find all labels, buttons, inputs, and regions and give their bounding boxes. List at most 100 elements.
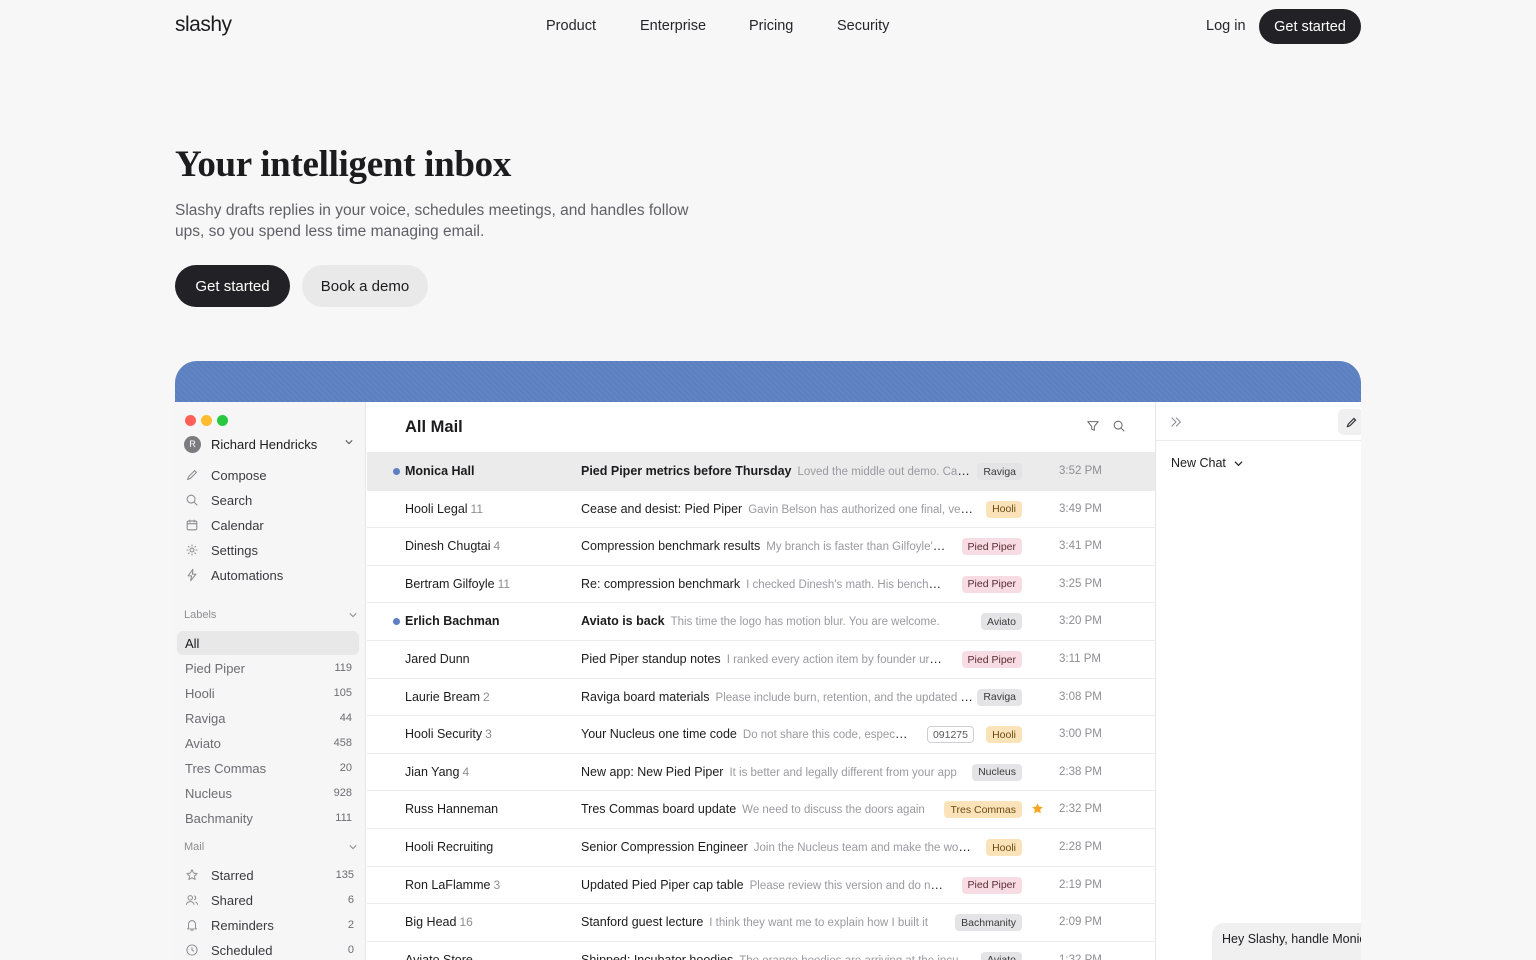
new-chat-button[interactable] [1338,409,1361,435]
chat-selector[interactable]: New Chat [1171,456,1243,470]
email-row[interactable]: Hooli Recruiting Hooli Senior Compression … [367,828,1155,866]
star-outline-icon [186,869,198,880]
label-hooli[interactable]: Hooli 105 [177,681,359,705]
label-aviato[interactable]: Aviato 458 [177,731,359,755]
hero-subtitle: Slashy drafts replies in your voice, sch… [175,202,689,240]
mail-name: Starred [211,867,254,883]
email-row[interactable]: Hooli Security 3 Hooli 091275 Your Nucleus o… [367,715,1155,753]
email-label-tag[interactable]: Raviga [977,463,1022,480]
email-row[interactable]: Big Head 16 Bachmanity Stanford guest lectu… [367,903,1155,941]
email-sender: Erlich Bachman [405,614,499,628]
nav-get-started-button[interactable]: Get started [1259,9,1361,44]
email-subject: Tres Commas board update [581,802,737,817]
search-icon [186,494,198,506]
labels-heading: Labels [184,609,217,621]
email-time: 3:25 PM [1059,577,1102,590]
email-row[interactable]: Monica Hall Raviga Pied Piper metrics befo… [367,452,1155,490]
nav-pricing[interactable]: Pricing [749,18,793,34]
email-subject: Your Nucleus one time code [581,727,737,742]
avatar: R [184,435,201,453]
hero-get-started-button[interactable]: Get started [175,265,290,307]
menu-settings[interactable]: Settings [185,539,357,561]
email-row[interactable]: Hooli Legal 11 Hooli Cease and desist: Pied… [367,489,1155,528]
email-label-tag[interactable]: Pied Piper [961,876,1022,894]
edit-icon [1346,417,1356,427]
labels-section-header[interactable]: Labels [184,609,357,621]
label-raviga[interactable]: Raviga 44 [177,706,359,730]
email-row[interactable]: Laurie Bream 2 Raviga Raviga board material… [367,677,1155,716]
email-subject: Re: compression benchmark [581,576,741,591]
email-subject-line: Senior Compression Engineer Join the Nucl… [581,840,973,854]
menu-compose[interactable]: Compose [185,464,357,486]
email-label-tag[interactable]: Pied Piper [961,575,1022,593]
email-row[interactable]: Russ Hanneman Tres Commas Tres Commas boar… [367,790,1155,828]
email-preview: The orange hoodies are arriving at the i… [739,955,973,960]
menu-calendar[interactable]: Calendar [185,514,357,536]
label-bachmanity[interactable]: Bachmanity 111 [177,806,359,830]
email-time: 3:49 PM [1059,502,1102,515]
star-filled-icon[interactable] [1031,802,1044,815]
email-label-tag[interactable]: Aviato [981,613,1022,631]
email-row[interactable]: Jared Dunn Pied Piper Pied Piper standup n… [367,640,1155,678]
email-sender: Hooli Recruiting [405,840,493,854]
email-subject: Shipped: Incubator hoodies [581,952,734,960]
email-row[interactable]: Aviato Store Aviato Shipped: Incubator hoo… [367,940,1155,960]
nav-enterprise[interactable]: Enterprise [640,18,706,34]
label-name: Nucleus [185,785,232,801]
email-row[interactable]: Erlich Bachman Aviato Aviato is back This t… [367,602,1155,640]
chevron-down-icon [349,613,357,618]
mail-starred[interactable]: Starred 135 [185,864,354,886]
email-row[interactable]: Bertram Gilfoyle 11 Pied Piper Re: compress… [367,564,1155,603]
mail-name: Reminders [211,917,274,933]
mail-scheduled[interactable]: Scheduled 0 [185,939,354,960]
email-label-tag[interactable]: Nucleus [972,763,1022,781]
email-label-tag[interactable]: Bachmanity [955,914,1022,932]
menu-search[interactable]: Search [185,489,357,511]
email-preview: This time the logo has motion blur. You … [670,616,940,629]
email-subject-line: Re: compression benchmark I checked Dines… [581,577,947,591]
email-label-tag[interactable]: Hooli [986,500,1022,518]
email-label-tag[interactable]: Tres Commas [944,801,1022,819]
login-link[interactable]: Log in [1206,18,1246,34]
search-icon[interactable] [1112,419,1126,433]
account-switcher[interactable]: R Richard Hendricks [184,434,359,454]
email-label-tag[interactable]: Raviga [977,688,1022,706]
filter-icon[interactable] [1086,419,1100,433]
label-all[interactable]: All [177,631,359,655]
email-row[interactable]: Dinesh Chugtai 4 Pied Piper Compression ben… [367,527,1155,565]
mail-reminders[interactable]: Reminders 2 [185,914,354,936]
menu-automations[interactable]: Automations [185,564,357,586]
otp-code-chip[interactable]: 091275 [926,726,974,744]
email-time: 2:28 PM [1059,841,1102,853]
mail-shared[interactable]: Shared 6 [185,889,354,911]
email-row[interactable]: Ron LaFlamme 3 Pied Piper Updated Pied Pipe… [367,865,1155,904]
mail-section-header[interactable]: Mail [184,841,357,853]
email-label-tag[interactable]: Hooli [986,839,1022,856]
email-subject-line: Compression benchmark results My branch i… [581,539,947,553]
email-sender: Big Head 16 [405,915,473,929]
email-time: 2:38 PM [1059,765,1102,778]
email-row[interactable]: Jian Yang 4 Nucleus New app: New Pied Piper… [367,752,1155,791]
email-label-tag[interactable]: Aviato [981,951,1022,960]
email-label-tag[interactable]: Hooli [986,726,1022,744]
maximize-dot[interactable] [217,415,228,426]
email-label-tag[interactable]: Pied Piper [961,538,1022,556]
minimize-dot[interactable] [201,415,212,426]
top-nav: slashy Product Enterprise Pricing Securi… [0,0,1536,54]
email-sender: Bertram Gilfoyle 11 [405,577,510,591]
email-time: 3:11 PM [1059,653,1101,665]
nav-security[interactable]: Security [837,18,889,34]
nav-product[interactable]: Product [546,18,596,34]
label-pied-piper[interactable]: Pied Piper 119 [177,656,359,680]
mail-count: 2 [347,919,354,931]
book-demo-button[interactable]: Book a demo [302,265,428,307]
slashy-logo[interactable]: slashy [175,13,232,37]
close-dot[interactable] [185,415,196,426]
label-name: Aviato [185,735,221,751]
email-label-tag[interactable]: Pied Piper [961,651,1022,668]
label-tres-commas[interactable]: Tres Commas 20 [177,756,359,780]
product-showcase: R Richard Hendricks Compose Search Calen… [175,361,1361,960]
double-chevron-right-icon[interactable] [1169,415,1183,429]
label-nucleus[interactable]: Nucleus 928 [177,781,359,805]
label-name: Pied Piper [185,660,245,676]
